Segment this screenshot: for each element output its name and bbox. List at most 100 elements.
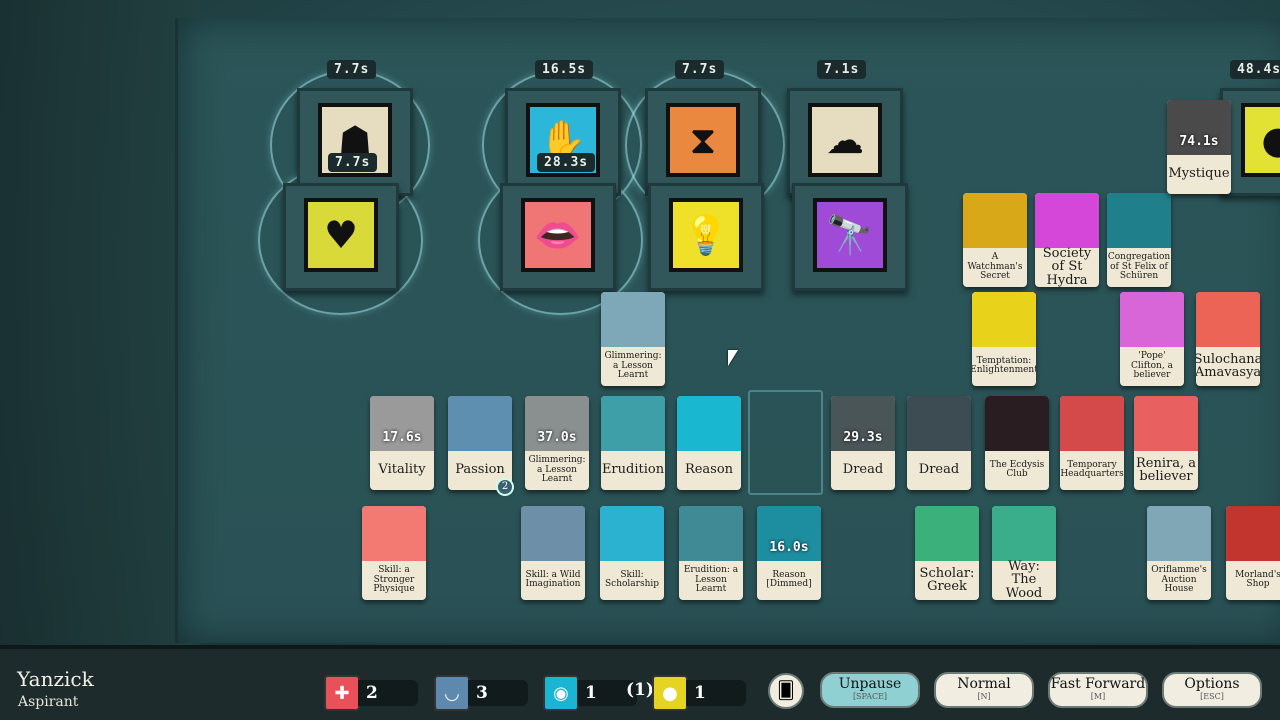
card[interactable]: 74.1s Mystique (1167, 100, 1231, 194)
card[interactable]: Morland's Shop (1226, 506, 1280, 600)
resource-count: 3 (476, 683, 488, 703)
card-label: Skill: a Stronger Physique (373, 565, 415, 594)
mouse-cursor (728, 350, 738, 366)
card[interactable]: Scholar: Greek (915, 506, 979, 600)
card[interactable]: Dread (907, 396, 971, 490)
card-label: Reason (684, 462, 734, 478)
card-label: Vitality (378, 462, 426, 478)
options-button[interactable]: Options [ESC] (1162, 672, 1262, 708)
card[interactable]: 37.0s Glimmering: a Lesson Learnt (525, 396, 589, 490)
card-timer: 17.6s (382, 429, 422, 445)
verb-slot[interactable]: ☁ (787, 88, 903, 196)
card[interactable]: Renira, a believer (1134, 396, 1198, 490)
card[interactable]: Sulochana Amavasya (1196, 292, 1260, 386)
verb-timer: 7.1s (817, 60, 867, 79)
card-timer: 37.0s (537, 429, 577, 445)
card-label: Morland's Shop (1235, 569, 1280, 590)
funds-icon: ● (652, 675, 688, 711)
card-label: Congregation of St Felix of Schüren (1107, 252, 1171, 281)
heart-icon: ♥ (304, 198, 378, 272)
card-art (963, 193, 1027, 248)
card-art (448, 396, 512, 451)
card-label: Renira, a believer (1136, 455, 1196, 485)
card[interactable]: Congregation of St Felix of Schüren (1107, 193, 1171, 287)
card[interactable]: 16.0s Reason [Dimmed] (757, 506, 821, 600)
card-art (600, 506, 664, 561)
card[interactable]: Erudition (601, 396, 665, 490)
card[interactable]: A Watchman's Secret (963, 193, 1027, 287)
card-timer: 29.3s (843, 429, 883, 445)
empty-card-slot[interactable] (748, 390, 823, 495)
card[interactable]: Reason (677, 396, 741, 490)
health-icon: ✚ (324, 675, 360, 711)
card-label: Erudition: a Lesson Learnt (683, 565, 739, 594)
card[interactable]: The Ecdysis Club (985, 396, 1049, 490)
card[interactable]: Skill: a Stronger Physique (362, 506, 426, 600)
card-label: Glimmering: a Lesson Learnt (528, 455, 586, 484)
card-art (677, 396, 741, 451)
card-art (907, 396, 971, 451)
card[interactable]: Temporary Headquarters (1060, 396, 1124, 490)
card-label: Sulochana Amavasya (1196, 351, 1260, 381)
card[interactable]: Skill: a Wild Imagination (521, 506, 585, 600)
verb-slot[interactable]: ☗ (297, 88, 413, 196)
reason-icon: ◉ (543, 675, 579, 711)
card[interactable]: Erudition: a Lesson Learnt (679, 506, 743, 600)
card-art (1107, 193, 1171, 248)
card[interactable]: Way: The Wood (992, 506, 1056, 600)
normal-speed-button[interactable]: Normal [N] (934, 672, 1034, 708)
card-label: Dread (918, 462, 960, 478)
telescope-icon: 🔭 (813, 198, 887, 272)
resource-count: 1 (585, 683, 597, 703)
card-art (915, 506, 979, 561)
unpause-button[interactable]: Unpause [SPACE] (820, 672, 920, 708)
card[interactable]: Society of St Hydra (1035, 193, 1099, 287)
card-label: Mystique (1168, 166, 1230, 182)
verb-slot[interactable]: ♥ (283, 183, 399, 291)
resource-counter[interactable]: ◉ 1 (543, 675, 637, 711)
card-label: Temptation: Enlightenment (972, 355, 1036, 376)
card-label: The Ecdysis Club (989, 459, 1045, 480)
card-art (972, 292, 1036, 347)
card[interactable]: Skill: Scholarship (600, 506, 664, 600)
card[interactable]: 17.6s Vitality (370, 396, 434, 490)
card[interactable]: 29.3s Dread (831, 396, 895, 490)
hourglass-icon: ⧗ (666, 103, 740, 177)
resource-counter[interactable]: ✚ 2 (324, 675, 418, 711)
card-label: Temporary Headquarters (1060, 459, 1124, 480)
card-label: A Watchman's Secret (967, 252, 1023, 281)
card-label: Oriflamme's Auction House (1151, 565, 1207, 594)
card-art (992, 506, 1056, 561)
verb-slot[interactable]: 🔭 (792, 183, 908, 291)
card-label: Skill: Scholarship (604, 569, 660, 590)
card-label: Skill: a Wild Imagination (525, 569, 581, 590)
fast-forward-button[interactable]: Fast Forward [M] (1048, 672, 1148, 708)
player-title: Aspirant (18, 694, 79, 710)
verb-timer: 7.7s (675, 60, 725, 79)
card-label: Society of St Hydra (1042, 245, 1092, 287)
card-art (1147, 506, 1211, 561)
verb-slot[interactable]: 👄 (500, 183, 616, 291)
card[interactable]: Oriflamme's Auction House (1147, 506, 1211, 600)
resource-counter[interactable]: ● 1 (652, 675, 746, 711)
verb-timer: 7.7s (327, 60, 377, 79)
card-label: Glimmering: a Lesson Learnt (604, 351, 662, 380)
card-art (1060, 396, 1124, 451)
verb-slot[interactable]: 💡 (648, 183, 764, 291)
card-art (985, 396, 1049, 451)
verb-slot[interactable]: ✋ (505, 88, 621, 196)
bottom-bar: Yanzick Aspirant ✚ 2 ◡ 3 ◉ 1 (1) ● 1 🂠 Unpause [S… (0, 645, 1280, 720)
resource-counter[interactable]: ◡ 3 (434, 675, 528, 711)
card-label: Erudition (601, 462, 665, 478)
card-art (679, 506, 743, 561)
card[interactable]: 'Pope' Clifton, a believer (1120, 292, 1184, 386)
card-art (601, 396, 665, 451)
card[interactable]: Temptation: Enlightenment (972, 292, 1036, 386)
verb-timer: 7.7s (328, 153, 378, 172)
deck-icon[interactable]: 🂠 (768, 673, 804, 709)
verb-timer: 48.4s (1230, 60, 1280, 79)
card[interactable]: Passion (448, 396, 512, 490)
card[interactable]: Glimmering: a Lesson Learnt (601, 292, 665, 386)
card-label: 'Pope' Clifton, a believer (1131, 351, 1173, 380)
verb-slot[interactable]: ⧗ (645, 88, 761, 196)
